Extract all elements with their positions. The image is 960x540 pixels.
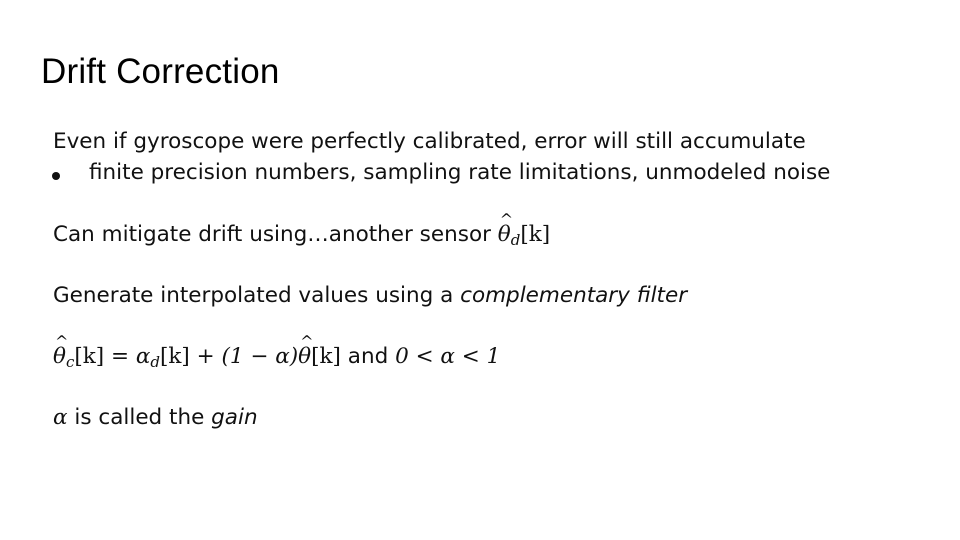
paragraph-gain: α is called the gain <box>53 405 258 430</box>
index-k: [k] <box>160 344 190 369</box>
gain-text: is called the <box>67 405 212 430</box>
gain-term: gain <box>211 405 258 430</box>
paragraph-complementary-filter: Generate interpolated values using a com… <box>53 283 687 308</box>
alpha-symbol: α <box>275 344 290 369</box>
complementary-filter-term: complementary filter <box>460 283 688 308</box>
term-theta: θ[k] <box>298 332 341 369</box>
paragraph-mitigate-drift: Can mitigate drift using…another sensor … <box>53 210 551 249</box>
theta-hat: θ <box>298 332 313 369</box>
paragraph-gyroscope: Even if gyroscope were perfectly calibra… <box>53 129 806 154</box>
subscript-d: d <box>510 231 521 249</box>
alpha-symbol: α <box>135 344 151 369</box>
and-text: and <box>340 344 396 369</box>
theta-hat: θ <box>53 332 68 369</box>
bullet-dot-icon <box>52 172 60 180</box>
equation-complementary-filter: θc[k] = αd[k] + (1 − α)θ[k] and 0 < α < … <box>53 332 501 371</box>
alpha-symbol: α <box>53 405 68 430</box>
term-alpha-d: αd[k] <box>135 344 190 371</box>
alpha-constraint: 0 < α < 1 <box>395 344 501 369</box>
plus-one-minus: + (1 − <box>189 344 276 369</box>
index-k: [k] <box>520 222 551 247</box>
theta-hat: θ <box>498 210 513 247</box>
subscript-d: d <box>150 353 160 371</box>
generate-text: Generate interpolated values using a <box>53 283 461 308</box>
mitigate-text: Can mitigate drift using…another sensor <box>53 222 498 247</box>
equals-sign: = <box>104 344 136 369</box>
slide-title: Drift Correction <box>41 52 280 91</box>
equation-lhs: θc[k] <box>53 332 105 371</box>
bullet-item-error-sources: finite precision numbers, sampling rate … <box>89 160 831 185</box>
index-k: [k] <box>74 344 105 369</box>
theta-d-expression: θd[k] <box>498 210 551 249</box>
index-k: [k] <box>311 344 341 369</box>
close-paren: ) <box>289 344 299 369</box>
